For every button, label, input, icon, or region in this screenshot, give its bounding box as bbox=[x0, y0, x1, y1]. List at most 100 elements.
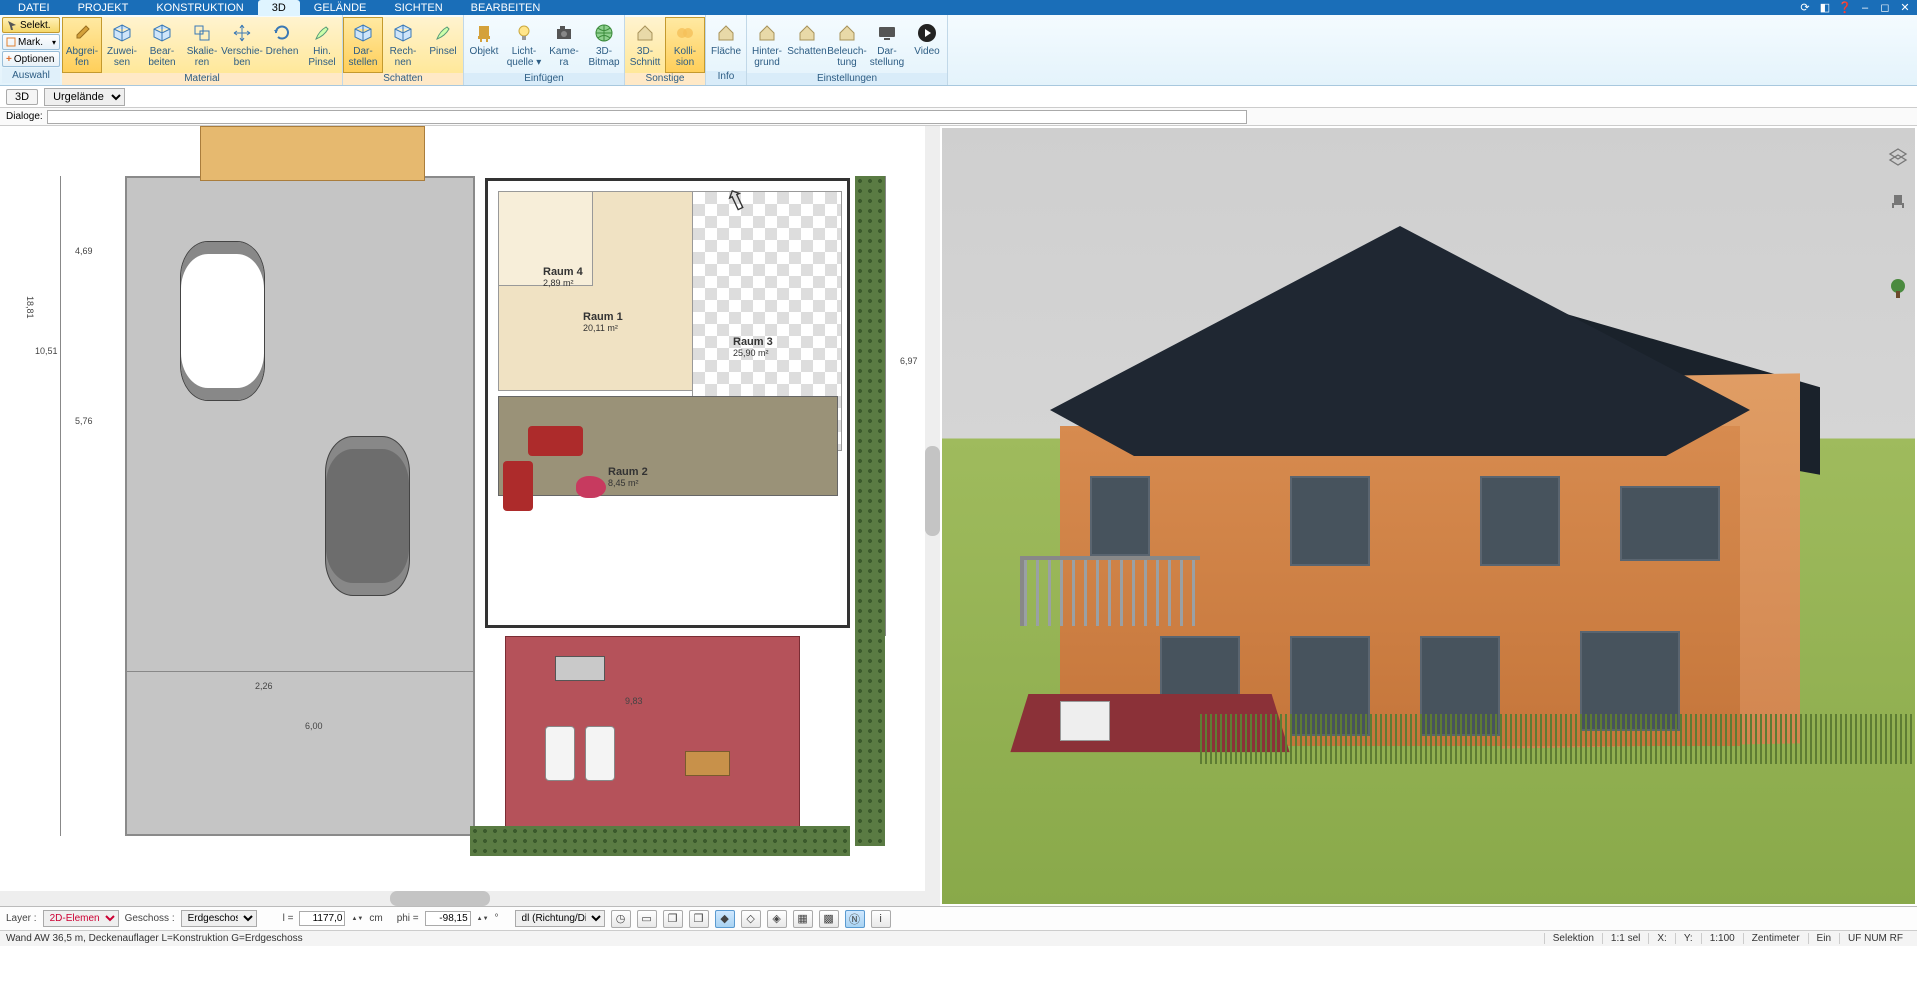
ribbon-btn-bulb[interactable]: Licht-quelle ▾ bbox=[504, 17, 544, 73]
help-icon[interactable]: ❓ bbox=[1837, 1, 1853, 15]
furniture-icon[interactable] bbox=[1885, 188, 1911, 214]
ribbon-group-material: Abgrei-fenZuwei-sen Bear-beiten Skalie-ren… bbox=[62, 15, 343, 85]
phi-unit: ° bbox=[495, 913, 499, 924]
house-light-icon bbox=[836, 22, 858, 44]
ribbon-btn-house-cut[interactable]: 3D-Schnitt bbox=[625, 17, 665, 73]
eyedropper-icon bbox=[71, 22, 93, 44]
select-label: Selekt. bbox=[20, 20, 51, 31]
tool-grid2-icon[interactable]: ▩ bbox=[819, 910, 839, 928]
dropdown-icon: ▾ bbox=[52, 38, 56, 47]
tool-stack-icon[interactable]: ❒ bbox=[689, 910, 709, 928]
menu-tab-3d[interactable]: 3D bbox=[258, 0, 300, 16]
menu-tab-sichten[interactable]: SICHTEN bbox=[380, 0, 456, 16]
tool-info-icon[interactable]: i bbox=[871, 910, 891, 928]
view-mode-tab[interactable]: 3D bbox=[6, 89, 38, 105]
chair-icon bbox=[473, 22, 495, 44]
tool-north-icon[interactable]: Ⓝ bbox=[845, 910, 865, 928]
move-icon bbox=[231, 22, 253, 44]
ribbon-btn-chair[interactable]: Objekt bbox=[464, 17, 504, 73]
tool-grid1-icon[interactable]: ▦ bbox=[793, 910, 813, 928]
color-palette-icon[interactable] bbox=[1885, 232, 1911, 258]
ribbon-btn-cube-calc[interactable]: Rech-nen bbox=[383, 17, 423, 73]
geschoss-select[interactable]: Erdgeschos bbox=[181, 910, 257, 927]
options-button[interactable]: + Optionen bbox=[2, 51, 60, 67]
ribbon-group-einfügen: ObjektLicht-quelle ▾Kame-ra3D-BitmapEinf… bbox=[464, 15, 625, 85]
car-white bbox=[180, 241, 265, 401]
terrace-bench bbox=[555, 656, 605, 681]
ribbon-btn-scale[interactable]: Skalie-ren bbox=[182, 17, 222, 73]
ribbon-btn-area[interactable]: Fläche bbox=[706, 17, 746, 71]
ribbon-caption: Einstellungen bbox=[747, 73, 947, 85]
plan-scrollbar-horizontal[interactable] bbox=[0, 891, 940, 906]
mark-button[interactable]: Mark. ▾ bbox=[2, 34, 60, 50]
menu-tab-datei[interactable]: DATEI bbox=[4, 0, 64, 16]
sofa-1 bbox=[528, 426, 583, 456]
menu-tab-projekt[interactable]: PROJEKT bbox=[64, 0, 143, 16]
tool-snap2-icon[interactable]: ◇ bbox=[741, 910, 761, 928]
tool-layers-icon[interactable]: ❐ bbox=[663, 910, 683, 928]
phi-input[interactable] bbox=[425, 911, 471, 926]
dim-b-2-26: 2,26 bbox=[255, 681, 273, 691]
layer-label: Layer : bbox=[6, 913, 37, 924]
dialoge-label: Dialoge: bbox=[6, 111, 43, 122]
driveway-slab bbox=[125, 176, 475, 836]
tool-monitor-icon[interactable]: ▭ bbox=[637, 910, 657, 928]
tree-icon[interactable] bbox=[1885, 276, 1911, 302]
tool-clock-icon[interactable]: ◷ bbox=[611, 910, 631, 928]
status-scale: 1:100 bbox=[1701, 933, 1743, 944]
dialoge-bar: Dialoge: bbox=[0, 108, 1917, 126]
tool-snap3-icon[interactable]: ◈ bbox=[767, 910, 787, 928]
area-icon bbox=[715, 22, 737, 44]
dialoge-input[interactable] bbox=[47, 110, 1247, 124]
ribbon-btn-cube-shadow[interactable]: Dar-stellen bbox=[343, 17, 383, 73]
ribbon-btn-label: Bear-beiten bbox=[148, 46, 175, 68]
beanbag bbox=[576, 476, 606, 498]
ribbon-btn-house-shadow[interactable]: Schatten bbox=[787, 17, 827, 73]
dim-5-76: 5,76 bbox=[75, 416, 93, 426]
select-button[interactable]: Selekt. bbox=[2, 17, 60, 33]
ribbon-btn-camera[interactable]: Kame-ra bbox=[544, 17, 584, 73]
room1-label: Raum 120,11 m² bbox=[583, 311, 623, 333]
cube-shadow-icon bbox=[352, 22, 374, 44]
carport-roof bbox=[200, 126, 425, 181]
minimize-icon[interactable]: – bbox=[1857, 1, 1873, 15]
plan-view-2d[interactable]: Raum 42,89 m² Raum 120,11 m² Raum 325,90… bbox=[0, 126, 940, 906]
ribbon-btn-display[interactable]: Dar-stellung bbox=[867, 17, 907, 73]
ribbon-btn-move[interactable]: Verschie-ben bbox=[222, 17, 262, 73]
sofa-2 bbox=[503, 461, 533, 511]
ribbon-btn-brush[interactable]: Hin.Pinsel bbox=[302, 17, 342, 73]
length-input[interactable] bbox=[299, 911, 345, 926]
room4-label: Raum 42,89 m² bbox=[543, 266, 583, 288]
menu-tab-gelaende[interactable]: GELÄNDE bbox=[300, 0, 381, 16]
ribbon-btn-house-light[interactable]: Beleuch-tung bbox=[827, 17, 867, 73]
ribbon-btn-house-bg[interactable]: Hinter-grund bbox=[747, 17, 787, 73]
ribbon-btn-eyedropper[interactable]: Abgrei-fen bbox=[62, 17, 102, 73]
ribbon-btn-label: Hinter-grund bbox=[752, 46, 782, 68]
layers-icon[interactable] bbox=[1885, 144, 1911, 170]
extra-dropdown[interactable]: dl (Richtung/Di bbox=[515, 910, 605, 927]
hedge-right bbox=[855, 176, 885, 846]
ribbon-btn-rotate[interactable]: Drehen bbox=[262, 17, 302, 73]
dim-hb-9-83: 9,83 bbox=[625, 696, 643, 706]
render-view-3d[interactable] bbox=[940, 126, 1917, 906]
house-cut-icon bbox=[634, 22, 656, 44]
plan-scrollbar-vertical[interactable] bbox=[925, 126, 940, 891]
refresh-icon[interactable]: ⟳ bbox=[1797, 1, 1813, 15]
layer-select[interactable]: 2D-Elemen bbox=[43, 910, 119, 927]
ribbon-btn-cube-assign[interactable]: Zuwei-sen bbox=[102, 17, 142, 73]
tool-snap1-icon[interactable]: ◆ bbox=[715, 910, 735, 928]
ribbon-btn-play[interactable]: Video bbox=[907, 17, 947, 73]
ribbon-btn-cube-edit[interactable]: Bear-beiten bbox=[142, 17, 182, 73]
window-upper-0 bbox=[1090, 476, 1150, 556]
close-icon[interactable]: ✕ bbox=[1897, 1, 1913, 15]
ribbon-btn-brush2[interactable]: Pinsel bbox=[423, 17, 463, 73]
menu-tab-konstruktion[interactable]: KONSTRUKTION bbox=[142, 0, 257, 16]
maximize-icon[interactable]: ◻ bbox=[1877, 1, 1893, 15]
ribbon-btn-globe[interactable]: 3D-Bitmap bbox=[584, 17, 624, 73]
balcony bbox=[1020, 556, 1200, 626]
menu-tab-bearbeiten[interactable]: BEARBEITEN bbox=[457, 0, 555, 16]
view-layer-select[interactable]: Urgelände bbox=[44, 88, 125, 106]
ribbon-btn-collision[interactable]: Kolli-sion bbox=[665, 17, 705, 73]
layout-icon[interactable]: ◧ bbox=[1817, 1, 1833, 15]
ribbon-btn-label: 3D-Bitmap bbox=[588, 46, 619, 68]
